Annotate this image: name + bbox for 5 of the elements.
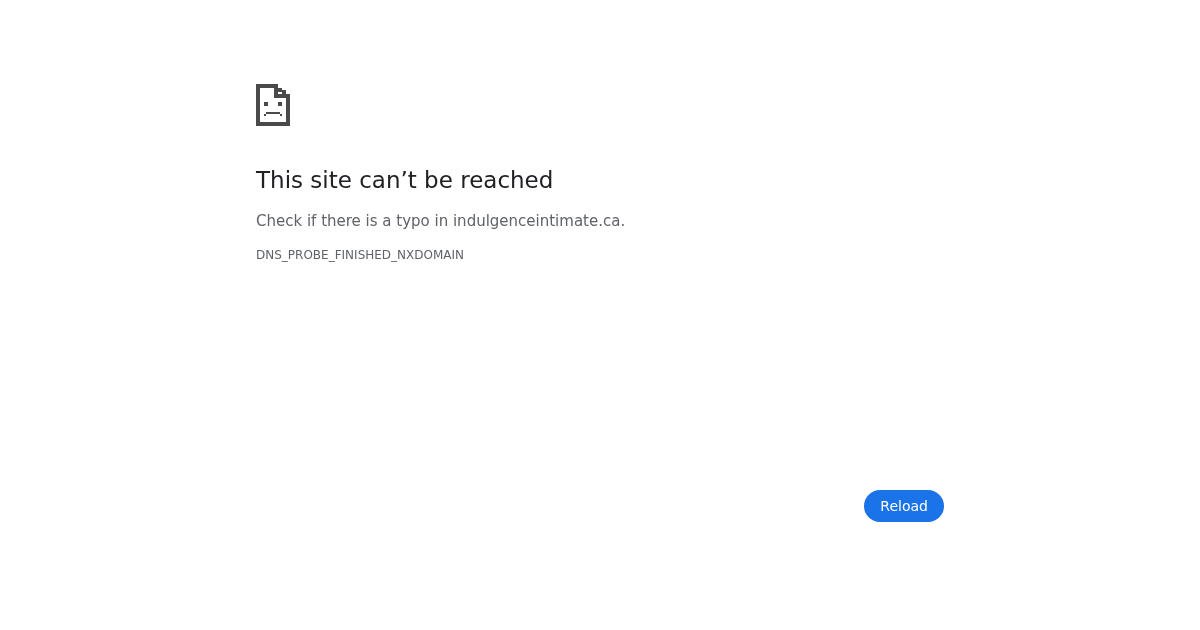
sad-page-icon (256, 84, 290, 126)
error-title: This site can’t be reached (256, 166, 555, 194)
error-message: Check if there is a typo in indulgenceintimate.ca. (256, 211, 627, 231)
error-code: DNS_PROBE_FINISHED_NXDOMAIN (256, 247, 466, 263)
reload-button[interactable]: Reload (864, 490, 944, 522)
